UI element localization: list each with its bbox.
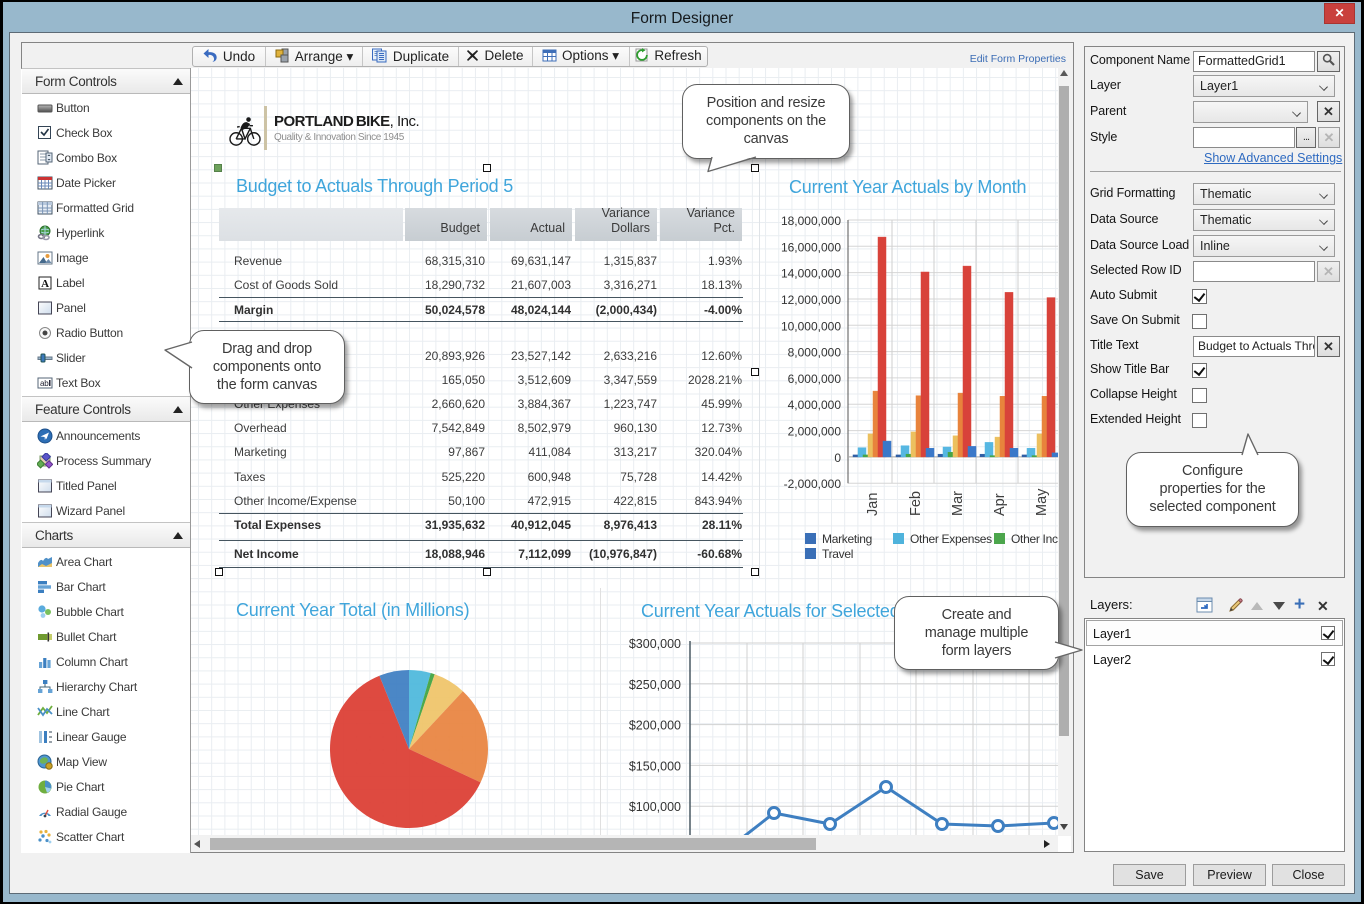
svg-text:18,000,000: 18,000,000 (781, 214, 841, 228)
svg-text:$150,000: $150,000 (629, 759, 681, 773)
svg-text:Jan: Jan (865, 493, 881, 516)
svg-text:Other Inc: Other Inc (1011, 532, 1058, 546)
svg-text:$250,000: $250,000 (629, 678, 681, 692)
svg-text:2,000,000: 2,000,000 (788, 425, 842, 439)
svg-text:Marketing: Marketing (822, 532, 872, 546)
svg-text:4,000,000: 4,000,000 (788, 398, 842, 412)
svg-text:12,000,000: 12,000,000 (781, 293, 841, 307)
svg-text:6,000,000: 6,000,000 (788, 372, 842, 386)
svg-text:A: A (41, 278, 49, 290)
svg-text:-2,000,000: -2,000,000 (784, 477, 842, 491)
svg-text:$100,000: $100,000 (629, 800, 681, 814)
svg-text:Travel: Travel (822, 547, 853, 561)
svg-text:abl: abl (40, 379, 50, 388)
svg-text:0: 0 (834, 451, 841, 465)
svg-text:Feb: Feb (908, 491, 924, 516)
svg-text:8,000,000: 8,000,000 (788, 346, 842, 360)
svg-text:10,000,000: 10,000,000 (781, 319, 841, 333)
svg-text:May: May (1034, 488, 1050, 516)
svg-text:Apr: Apr (992, 493, 1008, 516)
svg-text:Other Expenses: Other Expenses (910, 532, 992, 546)
svg-text:Mar: Mar (950, 491, 966, 516)
svg-text:14,000,000: 14,000,000 (781, 267, 841, 281)
svg-text:$300,000: $300,000 (629, 637, 681, 651)
svg-text:$200,000: $200,000 (629, 719, 681, 733)
svg-text:16,000,000: 16,000,000 (781, 240, 841, 254)
